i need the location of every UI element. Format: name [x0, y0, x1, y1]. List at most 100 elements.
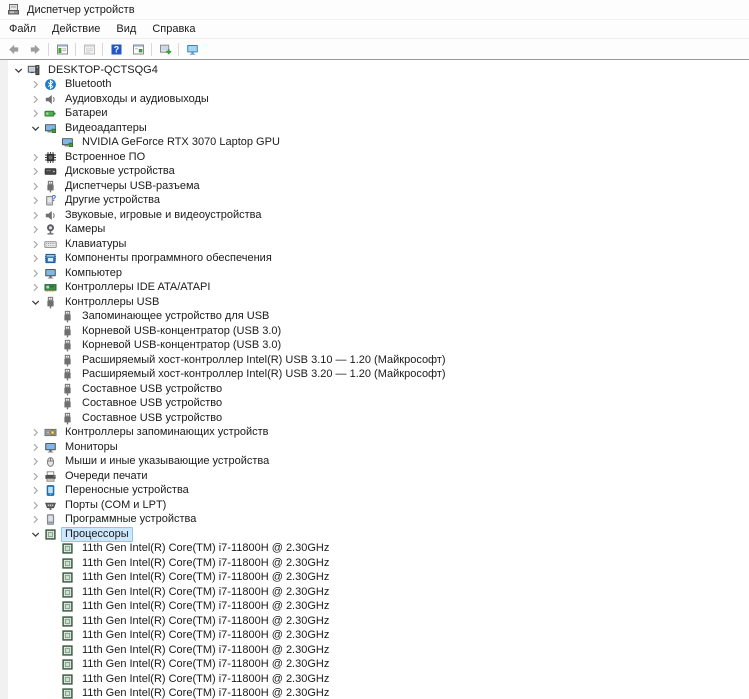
port-icon [43, 499, 58, 512]
chevron-right-icon[interactable] [27, 107, 43, 120]
menu-help[interactable]: Справка [144, 21, 203, 37]
storage-controller-icon [43, 426, 58, 439]
chevron-right-icon[interactable] [27, 499, 43, 512]
cpu-icon [60, 586, 75, 599]
menu-file[interactable]: Файл [1, 21, 44, 37]
properties-window-button[interactable] [127, 40, 149, 58]
chevron-down-icon[interactable] [27, 122, 43, 135]
tree-row-usb-composite-3[interactable]: Составное USB устройство [8, 411, 749, 426]
chevron-right-icon[interactable] [27, 78, 43, 91]
tree-row-cpu-9[interactable]: 11th Gen Intel(R) Core(TM) i7-11800H @ 2… [8, 658, 749, 673]
usb-icon [60, 368, 75, 381]
tree-item-label: Компьютер [65, 266, 122, 279]
chevron-right-icon[interactable] [27, 223, 43, 236]
tree-row-disk-drives[interactable]: Дисковые устройства [8, 165, 749, 180]
tree-row-cpu-11[interactable]: 11th Gen Intel(R) Core(TM) i7-11800H @ 2… [8, 687, 749, 699]
tree-row-usb-connector-managers[interactable]: Диспетчеры USB-разъема [8, 179, 749, 194]
tree-row-usb-xhci-310[interactable]: Расширяемый хост-контроллер Intel(R) USB… [8, 353, 749, 368]
tree-row-usb-composite-2[interactable]: Составное USB устройство [8, 397, 749, 412]
chevron-right-icon[interactable] [27, 470, 43, 483]
tree-row-mice[interactable]: Мыши и иные указывающие устройства [8, 455, 749, 470]
tree-row-software-components[interactable]: Компоненты программного обеспечения [8, 252, 749, 267]
tree-row-nvidia-rtx-3070[interactable]: NVIDIA GeForce RTX 3070 Laptop GPU [8, 136, 749, 151]
tree-item-label: Составное USB устройство [82, 397, 223, 410]
tree-row-display-adapters[interactable]: Видеоадаптеры [8, 121, 749, 136]
chevron-down-icon[interactable] [27, 296, 43, 309]
scan-hardware-button[interactable] [154, 40, 176, 58]
tree-row-cpu-3[interactable]: 11th Gen Intel(R) Core(TM) i7-11800H @ 2… [8, 571, 749, 586]
tree-row-ide-controllers[interactable]: Контроллеры IDE ATA/ATAPI [8, 281, 749, 296]
tree-row-computer[interactable]: Компьютер [8, 266, 749, 281]
tree-row-cpu-8[interactable]: 11th Gen Intel(R) Core(TM) i7-11800H @ 2… [8, 643, 749, 658]
tree-row-audio-inputs-outputs[interactable]: Аудиовходы и аудиовыходы [8, 92, 749, 107]
unknown-device-icon: ? [43, 194, 58, 207]
tree-row-bluetooth[interactable]: Bluetooth [8, 78, 749, 93]
tree-row-cpu-5[interactable]: 11th Gen Intel(R) Core(TM) i7-11800H @ 2… [8, 600, 749, 615]
chevron-right-icon[interactable] [27, 281, 43, 294]
tree-row-usb-controllers[interactable]: Контроллеры USB [8, 295, 749, 310]
menu-view[interactable]: Вид [108, 21, 144, 37]
tree-row-usb-root-hub-1[interactable]: Корневой USB-концентратор (USB 3.0) [8, 324, 749, 339]
disk-drive-icon [43, 165, 58, 178]
svg-text:?: ? [51, 194, 56, 203]
properties-button[interactable] [78, 40, 100, 58]
help-button[interactable]: ? [105, 40, 127, 58]
back-button[interactable] [2, 40, 24, 58]
chevron-right-icon[interactable] [27, 484, 43, 497]
tree-row-batteries[interactable]: Батареи [8, 107, 749, 122]
cpu-icon [60, 557, 75, 570]
tree-row-processors[interactable]: Процессоры [8, 526, 749, 542]
chevron-right-icon[interactable] [27, 180, 43, 193]
tree-row-sound-video-game[interactable]: Звуковые, игровые и видеоустройства [8, 208, 749, 223]
chevron-right-icon[interactable] [27, 455, 43, 468]
forward-button[interactable] [24, 40, 46, 58]
device-tree[interactable]: DESKTOP-QCTSQG4 Bluetooth Аудиовходы и ауд… [0, 60, 749, 699]
tree-row-cpu-10[interactable]: 11th Gen Intel(R) Core(TM) i7-11800H @ 2… [8, 672, 749, 687]
chevron-right-icon[interactable] [27, 238, 43, 251]
tree-row-cameras[interactable]: Камеры [8, 223, 749, 238]
tree-row-usb-root-hub-2[interactable]: Корневой USB-концентратор (USB 3.0) [8, 339, 749, 354]
toolbar-separator [102, 42, 103, 56]
tree-item-label: Дисковые устройства [65, 165, 175, 178]
chevron-down-icon[interactable] [27, 528, 43, 541]
chevron-placeholder [44, 673, 60, 686]
chevron-right-icon[interactable] [27, 194, 43, 207]
chevron-right-icon[interactable] [27, 209, 43, 222]
tree-row-software-devices[interactable]: Программные устройства [8, 513, 749, 528]
tree-row-other-devices[interactable]: ? Другие устройства [8, 194, 749, 209]
tree-item-label: Контроллеры запоминающих устройств [65, 426, 269, 439]
tree-row-ports-com-lpt[interactable]: Порты (COM и LPT) [8, 498, 749, 513]
cpu-icon [60, 542, 75, 555]
tree-row-cpu-2[interactable]: 11th Gen Intel(R) Core(TM) i7-11800H @ 2… [8, 556, 749, 571]
console-tree-button[interactable] [51, 40, 73, 58]
tree-row-usb-storage-device[interactable]: Запоминающее устройство для USB [8, 310, 749, 325]
tree-row-storage-controllers[interactable]: Контроллеры запоминающих устройств [8, 426, 749, 441]
tree-row-usb-xhci-320[interactable]: Расширяемый хост-контроллер Intel(R) USB… [8, 368, 749, 383]
tree-row-cpu-7[interactable]: 11th Gen Intel(R) Core(TM) i7-11800H @ 2… [8, 629, 749, 644]
chevron-placeholder [44, 412, 60, 425]
tree-row-portable-devices[interactable]: Переносные устройства [8, 484, 749, 499]
menu-action[interactable]: Действие [44, 21, 108, 37]
chevron-down-icon[interactable] [10, 64, 26, 77]
tree-row-cpu-4[interactable]: 11th Gen Intel(R) Core(TM) i7-11800H @ 2… [8, 585, 749, 600]
tree-row-keyboards[interactable]: Клавиатуры [8, 237, 749, 252]
tree-row-monitors[interactable]: Мониторы [8, 440, 749, 455]
chevron-right-icon[interactable] [27, 252, 43, 265]
chevron-right-icon[interactable] [27, 165, 43, 178]
chevron-right-icon[interactable] [27, 267, 43, 280]
tree-row-usb-composite-1[interactable]: Составное USB устройство [8, 382, 749, 397]
tree-row-cpu-1[interactable]: 11th Gen Intel(R) Core(TM) i7-11800H @ 2… [8, 542, 749, 557]
device-monitor-button[interactable] [181, 40, 203, 58]
tree-row-desktop-qctsqg4[interactable]: DESKTOP-QCTSQG4 [8, 63, 749, 78]
chevron-placeholder [44, 600, 60, 613]
chevron-right-icon[interactable] [27, 441, 43, 454]
tree-row-cpu-6[interactable]: 11th Gen Intel(R) Core(TM) i7-11800H @ 2… [8, 614, 749, 629]
chevron-right-icon[interactable] [27, 513, 43, 526]
tree-row-firmware[interactable]: Встроенное ПО [8, 150, 749, 165]
tree-row-print-queues[interactable]: Очереди печати [8, 469, 749, 484]
chevron-right-icon[interactable] [27, 151, 43, 164]
display-adapter-icon [60, 136, 75, 149]
chevron-right-icon[interactable] [27, 93, 43, 106]
chevron-right-icon[interactable] [27, 426, 43, 439]
tree-item-label: Контроллеры IDE ATA/ATAPI [65, 281, 211, 294]
